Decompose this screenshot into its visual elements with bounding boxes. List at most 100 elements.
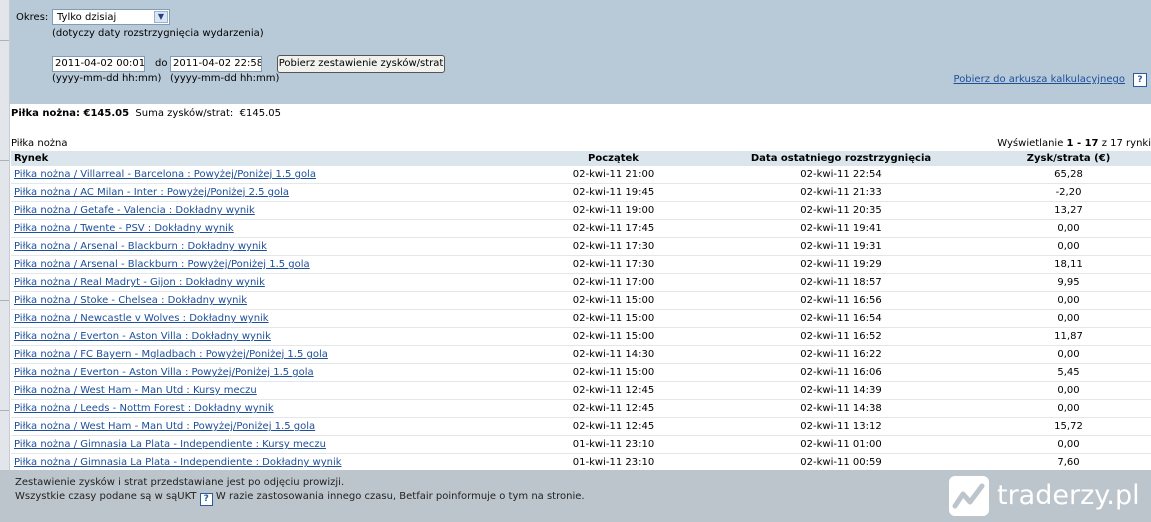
start-cell: 02-kwi-11 17:30	[531, 237, 696, 256]
download-spreadsheet-link[interactable]: Pobierz do arkusza kalkulacyjnego	[954, 74, 1125, 85]
footer-timezone-note: Wszystkie czasy podane są w sąUKT ? W ra…	[15, 491, 585, 506]
footer-commission-note: Zestawienie zysków i strat przedstawiane…	[15, 477, 345, 488]
settled-cell: 02-kwi-11 16:06	[696, 363, 986, 382]
market-cell: Piłka nożna / Getafe - Valencia : Dokład…	[11, 201, 531, 220]
table-row: Piłka nożna / Stoke - Chelsea : Dokładny…	[11, 291, 1151, 310]
showing-suffix: z 17 rynki	[1101, 138, 1151, 149]
table-row: Piłka nożna / Gimnasia La Plata - Indepe…	[11, 435, 1151, 454]
column-header-settled[interactable]: Data ostatniego rozstrzygnięcia	[696, 151, 986, 166]
profit-loss-cell: 18,11	[986, 255, 1151, 274]
table-row: Piłka nożna / Real Madryt - Gijon : Dokł…	[11, 273, 1151, 292]
start-cell: 02-kwi-11 17:30	[531, 255, 696, 274]
market-link[interactable]: Piłka nożna / Newcastle v Wolves : Dokła…	[14, 313, 269, 324]
market-link[interactable]: Piłka nożna / West Ham - Man Utd : Kursy…	[14, 385, 257, 396]
table-header-row: Rynek Początek Data ostatniego rozstrzyg…	[11, 151, 1151, 166]
market-link[interactable]: Piłka nożna / Twente - PSV : Dokładny wy…	[14, 223, 234, 234]
profit-loss-cell: 0,00	[986, 381, 1151, 400]
settled-cell: 02-kwi-11 14:38	[696, 399, 986, 418]
settled-cell: 02-kwi-11 16:56	[696, 291, 986, 310]
fetch-report-button[interactable]: Pobierz zestawienie zysków/strat	[277, 55, 445, 73]
settled-cell: 02-kwi-11 16:22	[696, 345, 986, 364]
market-link[interactable]: Piłka nożna / Leeds - Nottm Forest : Dok…	[14, 403, 274, 414]
market-cell: Piłka nożna / Twente - PSV : Dokładny wy…	[11, 219, 531, 238]
market-cell: Piłka nożna / Everton - Aston Villa : Po…	[11, 363, 531, 382]
table-row: Piłka nożna / West Ham - Man Utd : Kursy…	[11, 381, 1151, 400]
start-cell: 02-kwi-11 15:00	[531, 327, 696, 346]
market-link[interactable]: Piłka nożna / Arsenal - Blackburn : Dokł…	[14, 241, 267, 252]
showing-range: 1 - 17	[1066, 138, 1099, 149]
market-cell: Piłka nożna / FC Bayern - Mgladbach : Po…	[11, 345, 531, 364]
date-to-input[interactable]: 2011-04-02 22:58	[170, 56, 262, 72]
start-cell: 02-kwi-11 17:00	[531, 273, 696, 292]
profit-loss-cell: 65,28	[986, 166, 1151, 184]
settled-cell: 02-kwi-11 00:59	[696, 453, 986, 472]
sport-total: Piłka nożna: €145.05	[11, 108, 130, 119]
showing-prefix: Wyświetlanie	[997, 138, 1064, 149]
table-row: Piłka nożna / Arsenal - Blackburn : Dokł…	[11, 237, 1151, 256]
filter-panel: Okres: Tylko dzisiaj ▼ (dotyczy daty roz…	[10, 0, 1151, 104]
market-cell: Piłka nożna / Real Madryt - Gijon : Dokł…	[11, 273, 531, 292]
start-cell: 02-kwi-11 19:00	[531, 201, 696, 220]
frame-divider	[0, 40, 9, 41]
period-label: Okres:	[16, 12, 49, 23]
start-cell: 02-kwi-11 14:30	[531, 345, 696, 364]
profit-loss-cell: 15,72	[986, 417, 1151, 436]
profit-summary: Piłka nożna: €145.05 Suma zysków/strat: …	[11, 108, 281, 119]
start-cell: 02-kwi-11 12:45	[531, 399, 696, 418]
chart-logo-icon	[949, 476, 989, 516]
profit-loss-cell: 13,27	[986, 201, 1151, 220]
profit-loss-cell: 11,87	[986, 327, 1151, 346]
column-header-profit-loss[interactable]: Zysk/strata (€)	[986, 151, 1151, 166]
period-note: (dotyczy daty rozstrzygnięcia wydarzenia…	[52, 28, 264, 39]
table-row: Piłka nożna / Twente - PSV : Dokładny wy…	[11, 219, 1151, 238]
profit-loss-cell: 0,00	[986, 219, 1151, 238]
table-row: Piłka nożna / Everton - Aston Villa : Do…	[11, 327, 1151, 346]
settled-cell: 02-kwi-11 01:00	[696, 435, 986, 454]
market-link[interactable]: Piłka nożna / West Ham - Man Utd : Powyż…	[14, 421, 315, 432]
settled-cell: 02-kwi-11 21:33	[696, 183, 986, 202]
settled-cell: 02-kwi-11 13:12	[696, 417, 986, 436]
footer-timezone-text: Wszystkie czasy podane są w sąUKT	[15, 491, 197, 502]
market-link[interactable]: Piłka nożna / AC Milan - Inter : Powyżej…	[14, 187, 289, 198]
market-link[interactable]: Piłka nożna / Gimnasia La Plata - Indepe…	[14, 439, 326, 450]
start-cell: 02-kwi-11 17:45	[531, 219, 696, 238]
market-link[interactable]: Piłka nożna / FC Bayern - Mgladbach : Po…	[14, 349, 328, 360]
column-header-market[interactable]: Rynek	[11, 151, 531, 166]
profit-loss-cell: -2,20	[986, 183, 1151, 202]
market-link[interactable]: Piłka nożna / Real Madryt - Gijon : Dokł…	[14, 277, 265, 288]
start-cell: 02-kwi-11 15:00	[531, 363, 696, 382]
table-row: Piłka nożna / AC Milan - Inter : Powyżej…	[11, 183, 1151, 202]
market-link[interactable]: Piłka nożna / Arsenal - Blackburn : Powy…	[14, 259, 310, 270]
market-link[interactable]: Piłka nożna / Getafe - Valencia : Dokład…	[14, 205, 255, 216]
market-link[interactable]: Piłka nożna / Gimnasia La Plata - Indepe…	[14, 457, 342, 468]
frame-divider	[0, 160, 9, 161]
start-cell: 02-kwi-11 15:00	[531, 291, 696, 310]
date-from-input[interactable]: 2011-04-02 00:01	[52, 56, 145, 72]
market-cell: Piłka nożna / West Ham - Man Utd : Kursy…	[11, 381, 531, 400]
market-link[interactable]: Piłka nożna / Everton - Aston Villa : Do…	[14, 331, 271, 342]
table-row: Piłka nożna / Arsenal - Blackburn : Powy…	[11, 255, 1151, 274]
help-icon[interactable]: ?	[1133, 73, 1147, 87]
profit-loss-cell: 0,00	[986, 237, 1151, 256]
settled-cell: 02-kwi-11 16:52	[696, 327, 986, 346]
start-cell: 02-kwi-11 12:45	[531, 381, 696, 400]
table-row: Piłka nożna / FC Bayern - Mgladbach : Po…	[11, 345, 1151, 364]
market-cell: Piłka nożna / Stoke - Chelsea : Dokładny…	[11, 291, 531, 310]
date-to-format-hint: (yyyy-mm-dd hh:mm)	[170, 73, 280, 84]
column-header-start[interactable]: Początek	[531, 151, 696, 166]
frame-divider	[0, 410, 9, 411]
market-cell: Piłka nożna / Arsenal - Blackburn : Dokł…	[11, 237, 531, 256]
settled-cell: 02-kwi-11 22:54	[696, 166, 986, 184]
pagination-info: Wyświetlanie 1 - 17 z 17 rynki	[997, 138, 1151, 149]
period-select-value: Tylko dzisiaj	[57, 12, 117, 23]
chevron-down-icon[interactable]: ▼	[154, 11, 168, 23]
help-icon[interactable]: ?	[199, 493, 213, 506]
market-link[interactable]: Piłka nożna / Villarreal - Barcelona : P…	[14, 169, 316, 180]
market-link[interactable]: Piłka nożna / Stoke - Chelsea : Dokładny…	[14, 295, 247, 306]
period-select[interactable]: Tylko dzisiaj ▼	[52, 9, 170, 25]
profit-loss-cell: 5,45	[986, 363, 1151, 382]
market-cell: Piłka nożna / Gimnasia La Plata - Indepe…	[11, 453, 531, 472]
start-cell: 01-kwi-11 23:10	[531, 453, 696, 472]
market-link[interactable]: Piłka nożna / Everton - Aston Villa : Po…	[14, 367, 314, 378]
profit-loss-cell: 0,00	[986, 399, 1151, 418]
